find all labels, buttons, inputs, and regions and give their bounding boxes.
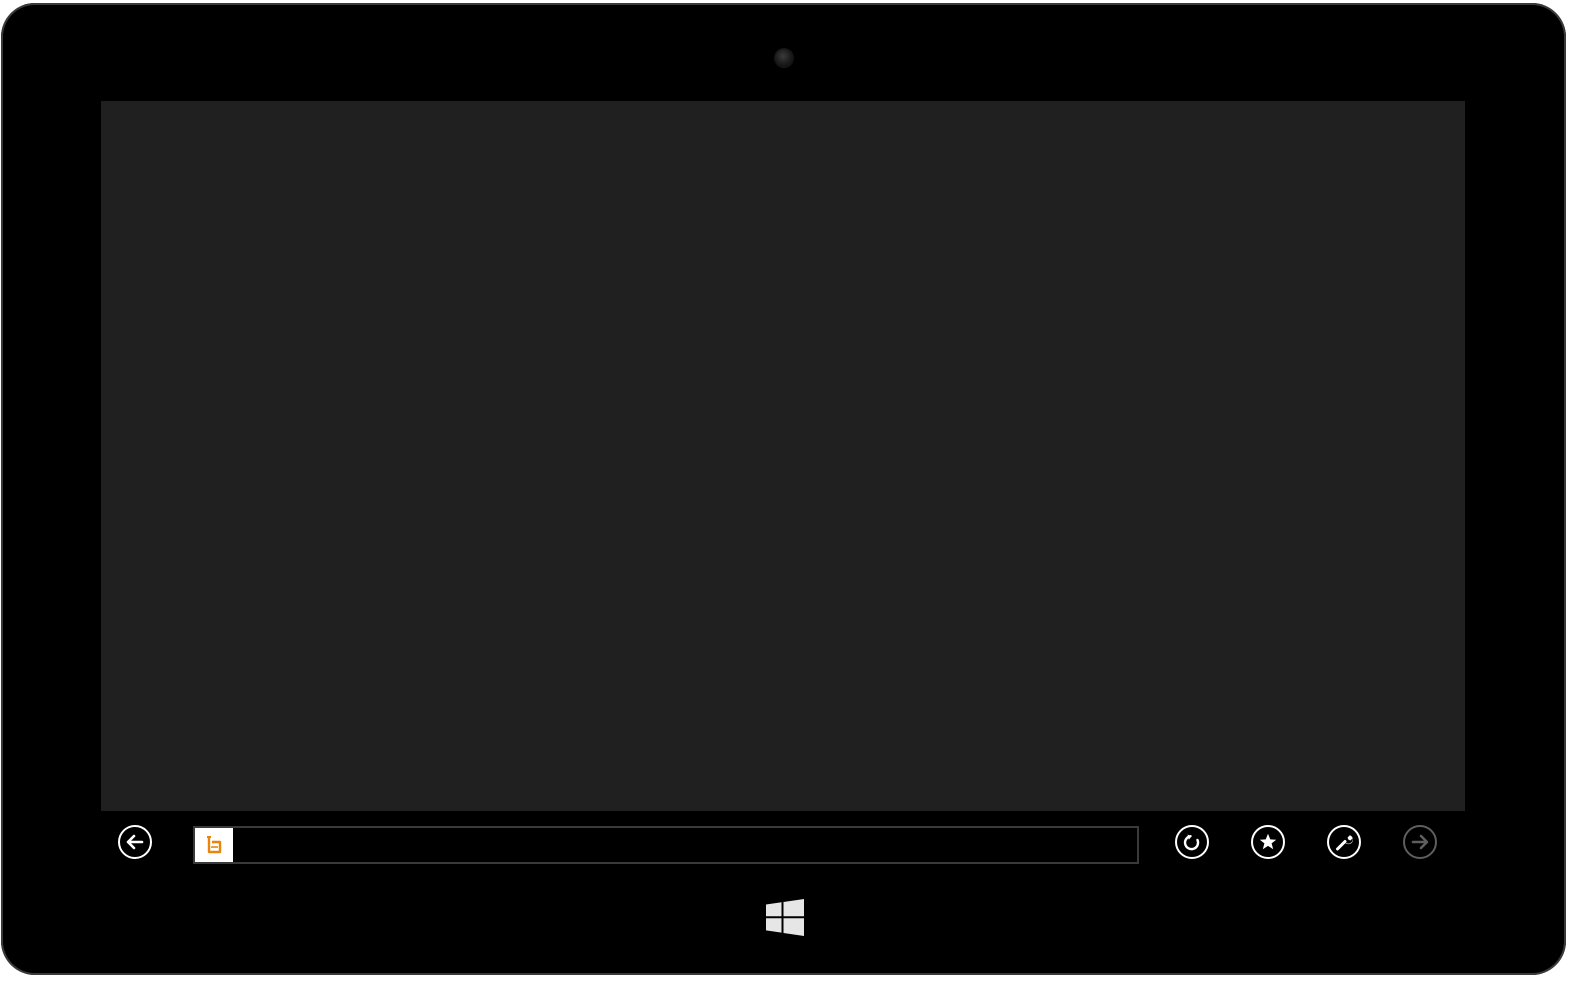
tools-button[interactable] [1327, 825, 1361, 859]
refresh-icon [1183, 834, 1200, 851]
app-content-area [101, 101, 1465, 811]
arrow-left-icon [126, 834, 144, 850]
site-favicon-icon [195, 828, 233, 862]
camera-icon [775, 49, 793, 67]
wrench-icon [1336, 835, 1353, 851]
address-bar[interactable] [193, 826, 1139, 864]
address-input[interactable] [235, 828, 1135, 862]
forward-button[interactable] [1403, 825, 1437, 859]
back-button[interactable] [118, 825, 152, 859]
favorites-button[interactable] [1251, 825, 1285, 859]
arrow-right-icon [1411, 834, 1429, 850]
star-icon [1259, 833, 1277, 850]
refresh-button[interactable] [1175, 825, 1209, 859]
windows-logo-icon[interactable] [766, 899, 804, 936]
browser-app-bar [101, 811, 1465, 872]
